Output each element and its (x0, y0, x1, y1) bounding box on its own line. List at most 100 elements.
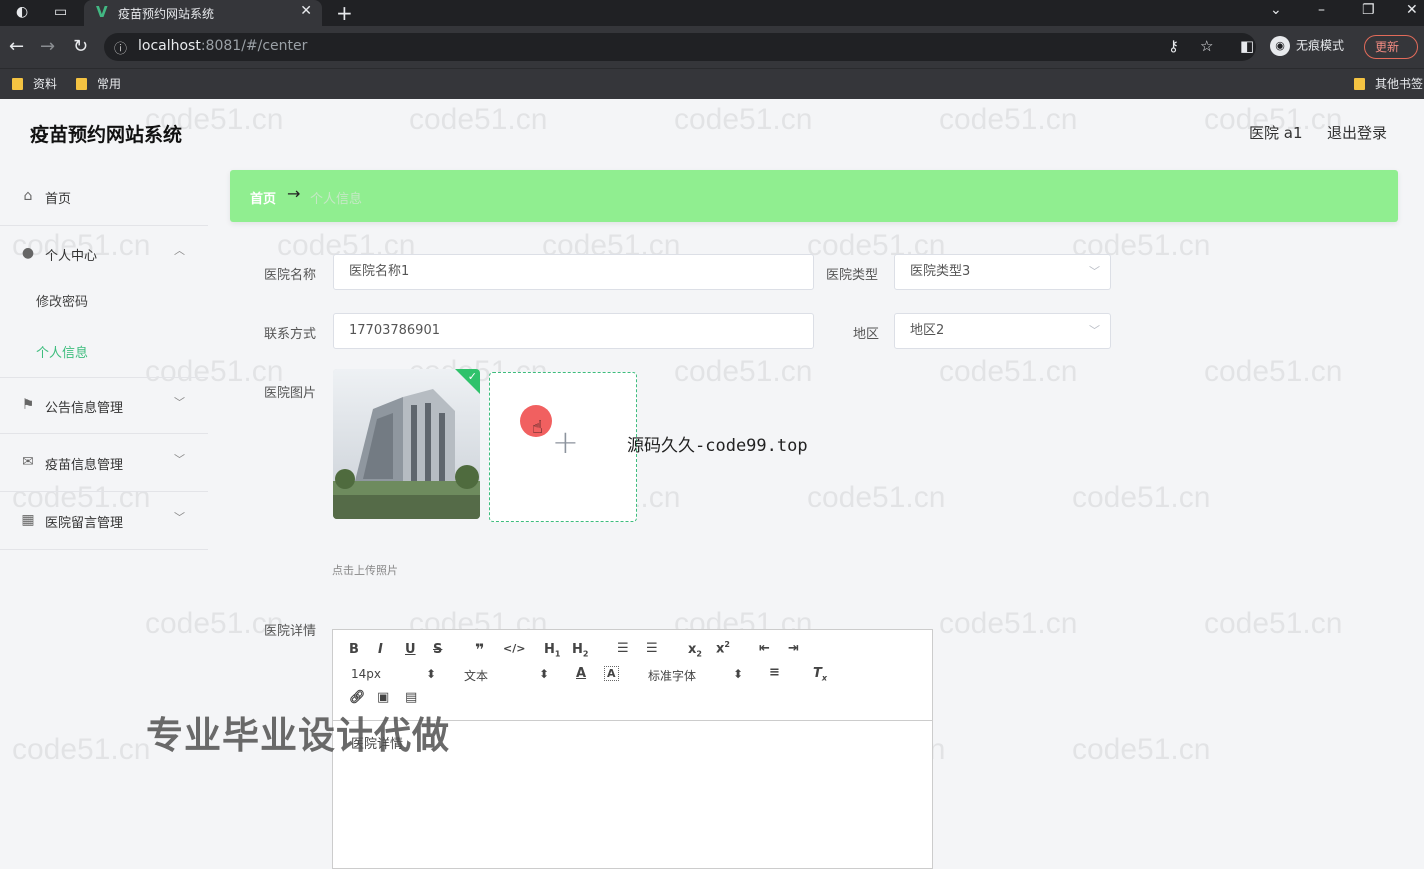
bold-icon[interactable]: B (349, 642, 359, 657)
subscript-icon[interactable]: x2 (688, 642, 702, 659)
browser-tab[interactable]: V 疫苗预约网站系统 ✕ (84, 0, 322, 26)
back-icon[interactable]: ← (9, 36, 24, 57)
heading2-icon[interactable]: H2 (572, 642, 588, 659)
bullet-list-icon[interactable]: ☰ (646, 641, 658, 656)
hospital-type-value: 医院类型3 (910, 264, 971, 279)
chevron-down-icon: ﹀ (174, 453, 185, 466)
strikethrough-icon[interactable]: S (433, 642, 442, 657)
side-panel-icon[interactable]: ◧ (1240, 37, 1254, 55)
sidebar-item-label: 医院留言管理 (45, 516, 124, 531)
other-bookmarks-label: 其他书签 (1375, 77, 1424, 91)
sidebar-item-messages[interactable]: ▦ 医院留言管理 ﹀ (0, 493, 208, 550)
folder-icon (12, 78, 23, 90)
tab-list-icon[interactable]: ⌄ (1270, 2, 1282, 18)
other-bookmarks[interactable]: 其他书签 (1354, 75, 1423, 92)
sidebar-subitem-profile[interactable]: 个人信息 (36, 342, 88, 361)
region-label: 地区 (853, 327, 880, 342)
bookmark-label: 常用 (97, 77, 122, 91)
sidebar-item-home[interactable]: ⌂ 首页 (0, 169, 208, 226)
bookmark-label: 资料 (33, 77, 58, 91)
sidebar-item-personal-center[interactable]: ● 个人中心 ︿ 修改密码 个人信息 (0, 226, 208, 386)
sidebar-item-vaccines[interactable]: ✉ 疫苗信息管理 ﹀ (0, 435, 208, 492)
url-host: localhost (138, 38, 201, 54)
image-icon[interactable]: ▣ (377, 690, 389, 705)
sidebar-subitem-change-password[interactable]: 修改密码 (36, 291, 88, 310)
link-icon[interactable]: 🔗︎ (349, 690, 366, 705)
background-color-icon[interactable]: A (604, 666, 619, 681)
url-path: :8081/#/center (200, 38, 308, 54)
hospital-name-input[interactable]: 医院名称1 (333, 254, 814, 290)
close-window-icon[interactable]: ✕ (1406, 2, 1418, 18)
key-icon[interactable]: ⚷ (1168, 37, 1179, 55)
font-family-select[interactable]: 标准字体 (648, 667, 696, 684)
sidebar: ⌂ 首页 ● 个人中心 ︿ 修改密码 个人信息 ⚑ 公告信息管理 ﹀ ✉ 疫苗信… (0, 169, 208, 864)
sidebar-item-label: 疫苗信息管理 (45, 458, 124, 473)
new-tab-button[interactable]: + (336, 1, 353, 25)
user-icon: ● (21, 245, 35, 261)
browser-menu-icon[interactable]: ◐ (16, 4, 28, 20)
chevron-updown-icon: ⬍ (733, 667, 744, 681)
app-page: code51.cn code51.cn code51.cn code51.cn … (0, 99, 1424, 869)
bookmark-folder-1[interactable]: 资料 (12, 75, 57, 92)
pointer-hand-icon: ☝ (532, 417, 543, 438)
incognito-label: 无痕模式 (1296, 38, 1345, 53)
folder-icon (1354, 78, 1365, 90)
chevron-updown-icon: ⬍ (539, 667, 550, 681)
minimize-icon[interactable]: – (1318, 2, 1325, 18)
tab-title: 疫苗预约网站系统 (118, 7, 215, 21)
contact-input[interactable]: 17703786901 (333, 313, 814, 349)
ad-overlay-text: 专业毕业设计代做 (146, 714, 450, 757)
align-icon[interactable]: ≡ (769, 665, 780, 680)
clear-format-icon[interactable]: Tx (813, 666, 827, 683)
breadcrumb-current: 个人信息 (310, 192, 363, 207)
chevron-updown-icon: ⬍ (426, 667, 437, 681)
app-title: 疫苗预约网站系统 (30, 124, 183, 146)
current-user: 医院 a1 (1249, 124, 1303, 142)
hospital-photo[interactable]: ✓ (333, 369, 480, 519)
watermark: code51.cn (939, 103, 1078, 136)
sidebar-item-label: 首页 (45, 192, 72, 207)
underline-icon[interactable]: U (405, 642, 416, 657)
sidebar-item-label: 公告信息管理 (45, 401, 124, 416)
bookmark-folder-2[interactable]: 常用 (76, 75, 121, 92)
update-button[interactable]: 更新 (1364, 35, 1418, 59)
breadcrumb-home[interactable]: 首页 (250, 188, 276, 207)
grid-icon: ▦ (21, 512, 35, 528)
bookmarks-bar: 资料 常用 其他书签 (0, 68, 1424, 99)
region-select[interactable]: 地区2 ﹀ (894, 313, 1111, 349)
folder-icon (76, 78, 87, 90)
text-style-select[interactable]: 文本 (464, 667, 488, 684)
font-size-select[interactable]: 14px (351, 667, 381, 681)
reload-icon[interactable]: ↻ (73, 36, 88, 57)
superscript-icon[interactable]: x2 (716, 640, 730, 656)
bookmark-star-icon[interactable]: ☆ (1200, 37, 1213, 55)
chevron-down-icon: ﹀ (174, 396, 185, 409)
logout-button[interactable]: 退出登录 (1327, 122, 1387, 143)
watermark: code51.cn (1204, 607, 1343, 640)
photo-upload-button[interactable]: + ☝ (489, 372, 637, 522)
outdent-icon[interactable]: ⇤ (759, 641, 770, 656)
sidebar-item-announcements[interactable]: ⚑ 公告信息管理 ﹀ (0, 377, 208, 434)
video-icon[interactable]: ▤ (405, 690, 417, 705)
ordered-list-icon[interactable]: ☰ (617, 641, 629, 656)
forward-icon[interactable]: → (40, 36, 55, 57)
restore-icon[interactable]: ❐ (1362, 2, 1375, 18)
url-input[interactable]: ⓘ localhost:8081/#/center ⚷ ☆ (104, 33, 1256, 61)
font-color-icon[interactable]: A (576, 666, 586, 681)
upload-hint: 点击上传照片 (332, 564, 398, 577)
tab-close-icon[interactable]: ✕ (300, 3, 312, 19)
chevron-down-icon: ﹀ (174, 511, 185, 524)
italic-icon[interactable]: I (378, 642, 383, 657)
blockquote-icon[interactable]: ❞ (475, 640, 484, 659)
heading1-icon[interactable]: H1 (544, 642, 560, 659)
site-info-icon[interactable]: ⓘ (114, 38, 127, 57)
incognito-indicator[interactable]: ◉ 无痕模式 (1270, 36, 1344, 56)
hospital-type-select[interactable]: 医院类型3 ﹀ (894, 254, 1111, 290)
watermark: code51.cn (409, 103, 548, 136)
tab-search-icon[interactable]: ▭ (54, 4, 67, 20)
watermark: code51.cn (674, 103, 813, 136)
home-icon: ⌂ (23, 188, 33, 204)
indent-icon[interactable]: ⇥ (788, 641, 799, 656)
code-block-icon[interactable]: </> (503, 642, 525, 655)
check-icon: ✓ (467, 370, 477, 383)
